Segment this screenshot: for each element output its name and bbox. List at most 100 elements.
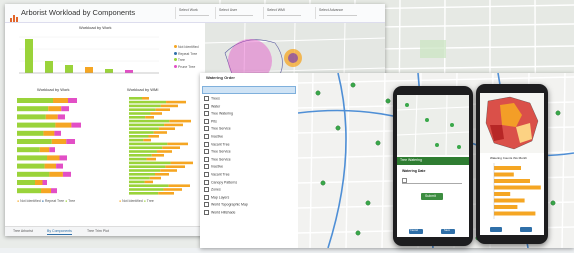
layer-item[interactable]: Tree Service (204, 156, 294, 165)
chart-bar (129, 173, 155, 176)
layer-item[interactable]: Water (204, 103, 294, 112)
layer-item[interactable]: Vacant Tree (204, 171, 294, 180)
layer-item[interactable]: Tree Watering (204, 111, 294, 119)
filter-select-wmi[interactable]: Select WMI (263, 7, 309, 19)
top-chart-bar (65, 65, 73, 73)
chart-bar (44, 163, 57, 169)
checkbox-icon[interactable] (204, 133, 209, 139)
checkbox-icon[interactable] (204, 194, 209, 200)
layer-item[interactable]: Tree Service (204, 126, 294, 134)
tree-marker[interactable] (350, 82, 356, 88)
tab-tree-trim-plot[interactable]: Tree Trim Plot (87, 229, 109, 234)
tree-marker[interactable] (315, 90, 321, 96)
layer-item[interactable]: Trees (204, 96, 294, 104)
checkbox-icon[interactable] (204, 171, 209, 177)
phone-right-map (480, 93, 544, 153)
checkbox-icon[interactable] (204, 187, 209, 193)
layer-label: Tree Watering (211, 111, 233, 116)
chart-bar (129, 146, 163, 149)
layer-item[interactable]: World Topographic Map (204, 202, 294, 210)
phone-device-right: Watering Counts this Month (476, 84, 548, 244)
checkbox-icon[interactable] (204, 164, 209, 170)
chart-bar (62, 171, 71, 177)
phone-right-footer (480, 225, 544, 235)
layer-item[interactable]: Tree Service (204, 149, 294, 157)
tree-marker[interactable] (555, 110, 561, 116)
layer-item[interactable]: Vacant Tree (204, 141, 294, 150)
footer-button[interactable] (520, 227, 532, 232)
tab-tree-arborist[interactable]: Tree Arborist (13, 229, 33, 234)
submit-label: Submit (425, 194, 436, 198)
filter-select-advance[interactable]: Select Advance (315, 7, 366, 19)
filter-label: Select Advance (319, 8, 344, 12)
top-chart-bar (45, 61, 53, 73)
chart-bar (162, 146, 180, 149)
filter-value-line (219, 15, 253, 16)
dashboard-title: Arborist Workload by Components (21, 8, 136, 17)
chart-bar (153, 131, 167, 134)
checkbox-icon[interactable] (204, 103, 209, 109)
chart-bar (129, 154, 152, 157)
layer-item[interactable]: Map Layers (204, 194, 294, 203)
checkbox-icon[interactable] (204, 118, 209, 124)
chart-bar (129, 165, 166, 168)
checkbox-icon[interactable] (204, 126, 209, 132)
tree-marker[interactable] (335, 125, 341, 131)
top-chart-svg (19, 36, 159, 74)
layer-label: Water (211, 104, 221, 109)
layer-item[interactable]: Pits (204, 118, 294, 127)
layer-item[interactable]: Inactive (204, 133, 294, 142)
filter-select-work[interactable]: Select Work (175, 7, 216, 19)
chart-bar (148, 135, 159, 138)
phone-left-screen: Tree Watering Watering Date Submit Cance… (397, 95, 469, 237)
chart-bar (61, 106, 69, 112)
checkbox-icon[interactable] (204, 149, 209, 155)
tree-marker[interactable] (385, 98, 391, 104)
chart-bar (17, 114, 46, 120)
tree-marker[interactable] (355, 230, 361, 236)
layer-item[interactable]: World Hillshade (204, 209, 294, 218)
chart-bar (49, 147, 55, 153)
phone-left-header: Tree Watering (397, 157, 469, 165)
tab-by-components[interactable]: By Components (47, 229, 72, 235)
tree-marker[interactable] (365, 200, 371, 206)
chart-bar (129, 127, 159, 130)
top-chart-bar (105, 69, 113, 73)
checkbox-icon[interactable] (204, 141, 209, 147)
chart-bar (17, 163, 45, 169)
footer-button[interactable] (490, 227, 502, 232)
chart-bar (129, 104, 161, 108)
checkbox-icon[interactable] (204, 179, 209, 185)
watering-date-field[interactable] (402, 177, 462, 184)
filter-value-line (319, 15, 357, 16)
checkbox-icon[interactable] (204, 156, 209, 162)
chart-bar (66, 139, 75, 144)
checkbox-icon[interactable] (204, 96, 209, 101)
tree-marker[interactable] (375, 140, 381, 146)
chart-bar (129, 142, 168, 146)
layer-label: Inactive (211, 134, 224, 139)
checkbox-icon[interactable] (204, 202, 209, 208)
chart-bar (17, 180, 35, 185)
tree-marker[interactable] (550, 200, 556, 206)
save-button[interactable]: Save (441, 229, 455, 234)
layer-item[interactable]: Inactive (204, 164, 294, 172)
layer-label: Tree Service (211, 126, 231, 131)
map-bubble[interactable] (288, 53, 298, 63)
cancel-button[interactable]: Cancel (409, 229, 423, 234)
checkbox-icon[interactable] (204, 209, 209, 215)
chart-bar (129, 188, 164, 191)
chart-bar (494, 172, 514, 177)
chart-bar (129, 192, 159, 195)
submit-button[interactable]: Submit (421, 193, 443, 200)
checkbox-icon[interactable] (204, 111, 209, 117)
chart-bar (17, 122, 56, 128)
panel-selected-row[interactable] (202, 86, 296, 94)
tree-marker[interactable] (320, 180, 326, 186)
chart-bar (129, 116, 146, 119)
filter-select-user[interactable]: Select User (215, 7, 261, 19)
layer-label: Canopy Patterns (211, 179, 238, 184)
layer-item[interactable]: Canopy Patterns (204, 179, 294, 188)
dashboard-header: Arborist Workload by Components Select W… (5, 4, 385, 23)
layer-item[interactable]: Zones (204, 187, 294, 195)
